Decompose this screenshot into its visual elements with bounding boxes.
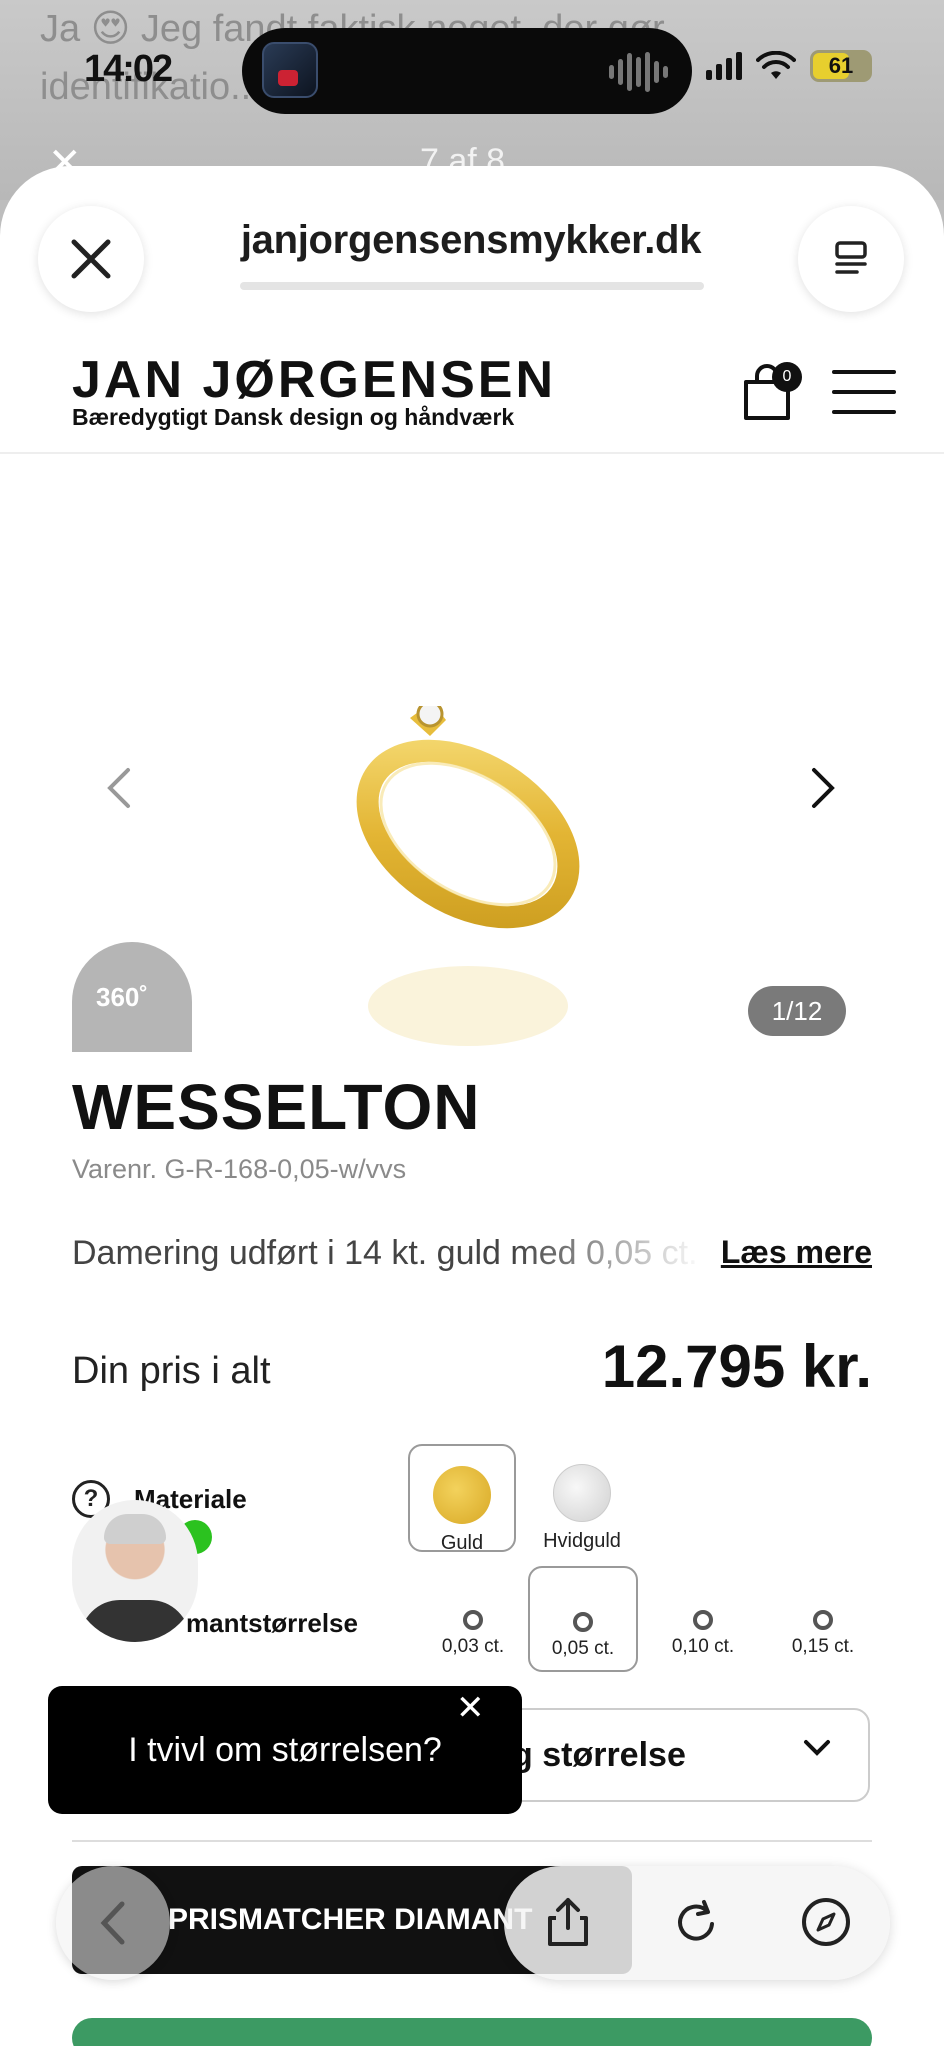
cellular-signal-icon [706,52,742,80]
battery-level: 61 [828,53,854,78]
cart-count-badge: 0 [772,362,802,392]
price-label: Din pris i alt [72,1350,271,1392]
url-field[interactable]: janjorgensensmykker.dk [236,218,706,263]
product-title: WESSELTON [72,1071,481,1143]
dynamic-island[interactable] [242,28,692,114]
diamond-icon [463,1610,483,1630]
product-description: Damering udført i 14 kt. guld med 0,05 c… [72,1234,704,1272]
page-load-bar [240,282,704,290]
price-value: 12.795 kr. [601,1333,872,1400]
section-divider [72,1840,872,1842]
reload-icon[interactable] [670,1894,726,1950]
product-image [356,706,580,1046]
audio-waveform-icon [609,50,668,94]
close-button[interactable] [38,206,144,312]
image-counter: 1/12 [748,986,846,1036]
diamond-icon [693,1610,713,1630]
read-more-link[interactable]: Læs mere [721,1234,872,1271]
white-gold-swatch-icon [553,1464,611,1522]
chat-agent-avatar[interactable] [72,1500,198,1642]
tooltip-close-icon[interactable]: ✕ [456,1688,485,1728]
view-360-button[interactable]: 360˚ [72,942,192,1052]
size-option-003[interactable]: 0,03 ct. [418,1566,528,1672]
wifi-icon [756,51,796,79]
hamburger-menu-icon[interactable] [832,370,896,418]
add-to-cart-button[interactable] [72,2018,872,2046]
gallery-prev-icon[interactable] [104,766,134,810]
compass-icon[interactable] [798,1894,854,1950]
battery-icon: 61 [810,50,872,82]
chevron-down-icon [804,1740,830,1756]
gallery-next-icon[interactable] [808,766,838,810]
chevron-left-icon [100,1901,125,1945]
material-option-white-gold[interactable]: Hvidguld [528,1444,636,1552]
page-menu-button[interactable] [798,206,904,312]
size-option-015[interactable]: 0,15 ct. [768,1566,878,1672]
site-tagline: Bæredygtigt Dansk design og håndværk [72,404,515,430]
size-help-tooltip[interactable]: I tvivl om størrelsen? [48,1686,522,1814]
header-divider [0,452,944,454]
browser-toolbar [504,1866,890,1980]
close-icon [71,239,111,279]
diamond-icon [573,1612,593,1632]
gold-swatch-icon [433,1466,491,1524]
reader-menu-icon [835,241,867,274]
product-description-row: Damering udført i 14 kt. guld med 0,05 c… [72,1234,872,1278]
back-button[interactable] [56,1866,170,1980]
share-icon[interactable] [540,1894,596,1950]
product-sku: Varenr. G-R-168-0,05-w/vvs [72,1154,407,1184]
diamond-icon [813,1610,833,1630]
site-logo[interactable]: JAN JØRGENSEN [72,350,556,410]
size-option-005[interactable]: 0,05 ct. [528,1566,638,1672]
ring-size-select[interactable]: g størrelse [470,1708,870,1802]
status-indicators: 61 [706,50,872,82]
diamond-size-label: mantstørrelse [186,1608,358,1638]
size-option-010[interactable]: 0,10 ct. [648,1566,758,1672]
material-option-gold[interactable]: Guld [408,1444,516,1554]
status-time: 14:02 [84,48,173,90]
now-playing-artwork [262,42,318,98]
